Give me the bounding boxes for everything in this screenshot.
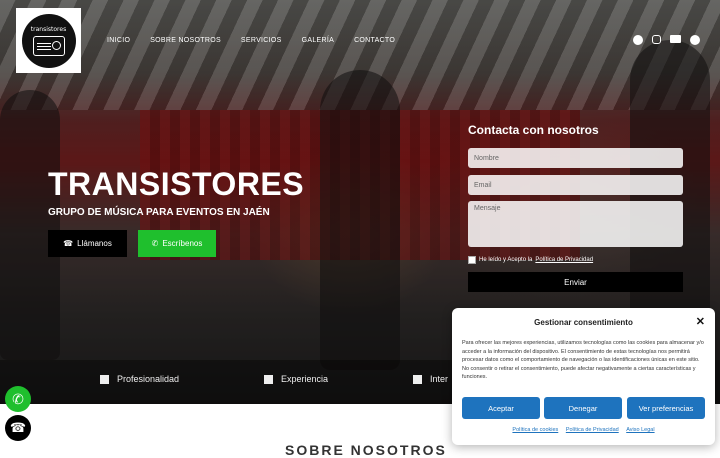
- cookie-deny-button[interactable]: Denegar: [544, 397, 622, 419]
- call-button[interactable]: ☎ Llámanos: [48, 230, 127, 257]
- phone-icon: ☎: [63, 239, 74, 248]
- privacy-link[interactable]: Política de Privacidad: [535, 257, 593, 263]
- whatsapp-button[interactable]: ✆ Escríbenos: [138, 230, 216, 257]
- globe-icon[interactable]: [690, 35, 700, 45]
- thumbs-up-icon: [413, 374, 422, 384]
- whatsapp-icon: ✆: [151, 239, 159, 248]
- legal-notice-link[interactable]: Aviso Legal: [626, 427, 654, 433]
- main-nav: INICIO SOBRE NOSOTROS SERVICIOS GALERÍA …: [107, 37, 415, 44]
- floating-whatsapp-button[interactable]: ✆: [5, 386, 31, 412]
- nav-item-inicio[interactable]: INICIO: [107, 37, 130, 44]
- feature-label: Profesionalidad: [117, 374, 180, 384]
- site-logo[interactable]: transistores: [16, 8, 81, 73]
- email-field[interactable]: Email: [468, 175, 683, 195]
- logo-text: transistores: [30, 25, 67, 33]
- phone-icon: ☎: [9, 420, 27, 435]
- feature-label: Inter: [430, 374, 449, 384]
- mail-icon[interactable]: [670, 35, 681, 43]
- hero-subtitle: GRUPO DE MÚSICA PARA EVENTOS EN JAÉN: [48, 207, 270, 218]
- send-button[interactable]: Enviar: [468, 272, 683, 292]
- cookie-policy-link[interactable]: Política de cookies: [512, 427, 558, 433]
- whatsapp-button-label: Escríbenos: [162, 239, 203, 248]
- privacy-consent: He leído y Acepto la Política de Privaci…: [468, 256, 593, 264]
- radio-icon: [32, 35, 65, 56]
- cookie-preferences-button[interactable]: Ver preferencias: [627, 397, 705, 419]
- chart-icon: [264, 374, 273, 384]
- cookie-title: Gestionar consentimiento: [534, 318, 633, 327]
- feature-item: Profesionalidad: [100, 374, 179, 384]
- facebook-icon[interactable]: [633, 35, 643, 45]
- cookie-body: Para ofrecer las mejores experiencias, u…: [462, 340, 704, 381]
- section-heading-peek: SOBRE NOSOTROS: [285, 442, 447, 458]
- cookie-accept-button[interactable]: Aceptar: [462, 397, 540, 419]
- contact-form-title: Contacta con nosotros: [468, 123, 599, 137]
- call-button-label: Llámanos: [77, 239, 112, 248]
- hero-title: TRANSISTORES: [48, 166, 305, 202]
- nav-item-contacto[interactable]: CONTACTO: [354, 37, 395, 44]
- message-field[interactable]: Mensaje: [468, 201, 683, 247]
- social-links: [633, 35, 700, 45]
- nav-item-galeria[interactable]: GALERÍA: [302, 37, 334, 44]
- nav-item-sobre-nosotros[interactable]: SOBRE NOSOTROS: [150, 37, 221, 44]
- privacy-text: He leído y Acepto la: [479, 257, 533, 263]
- instagram-icon[interactable]: [652, 35, 661, 44]
- floating-call-button[interactable]: ☎: [5, 415, 31, 441]
- nav-item-servicios[interactable]: SERVICIOS: [241, 37, 282, 44]
- privacy-checkbox[interactable]: [468, 256, 476, 264]
- privacy-policy-link[interactable]: Política de Privacidad: [566, 427, 619, 433]
- name-field[interactable]: Nombre: [468, 148, 683, 168]
- close-icon[interactable]: ✕: [696, 315, 705, 328]
- person-icon: [100, 374, 109, 384]
- feature-item: Inter: [413, 374, 448, 384]
- logo-disc: transistores: [21, 13, 76, 68]
- cookie-consent-dialog: Gestionar consentimiento ✕ Para ofrecer …: [452, 308, 715, 445]
- feature-label: Experiencia: [281, 374, 329, 384]
- feature-item: Experiencia: [264, 374, 328, 384]
- cookie-links: Política de cookies Política de Privacid…: [452, 427, 715, 433]
- whatsapp-icon: ✆: [12, 390, 24, 407]
